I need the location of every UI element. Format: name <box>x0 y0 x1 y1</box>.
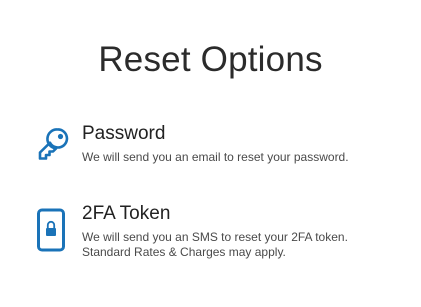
phone-lock-icon <box>36 206 70 252</box>
option-description: We will send you an SMS to reset your 2F… <box>82 230 348 259</box>
reset-option-2fa-token[interactable]: 2FA Token We will send you an SMS to res… <box>36 202 406 262</box>
option-title: 2FA Token <box>82 203 171 224</box>
key-icon <box>36 126 70 172</box>
option-title: Password <box>82 123 166 144</box>
option-description: We will send you an email to reset your … <box>82 150 349 164</box>
reset-option-password[interactable]: Password We will send you an email to re… <box>36 122 406 182</box>
page-title: Reset Options <box>98 40 323 79</box>
